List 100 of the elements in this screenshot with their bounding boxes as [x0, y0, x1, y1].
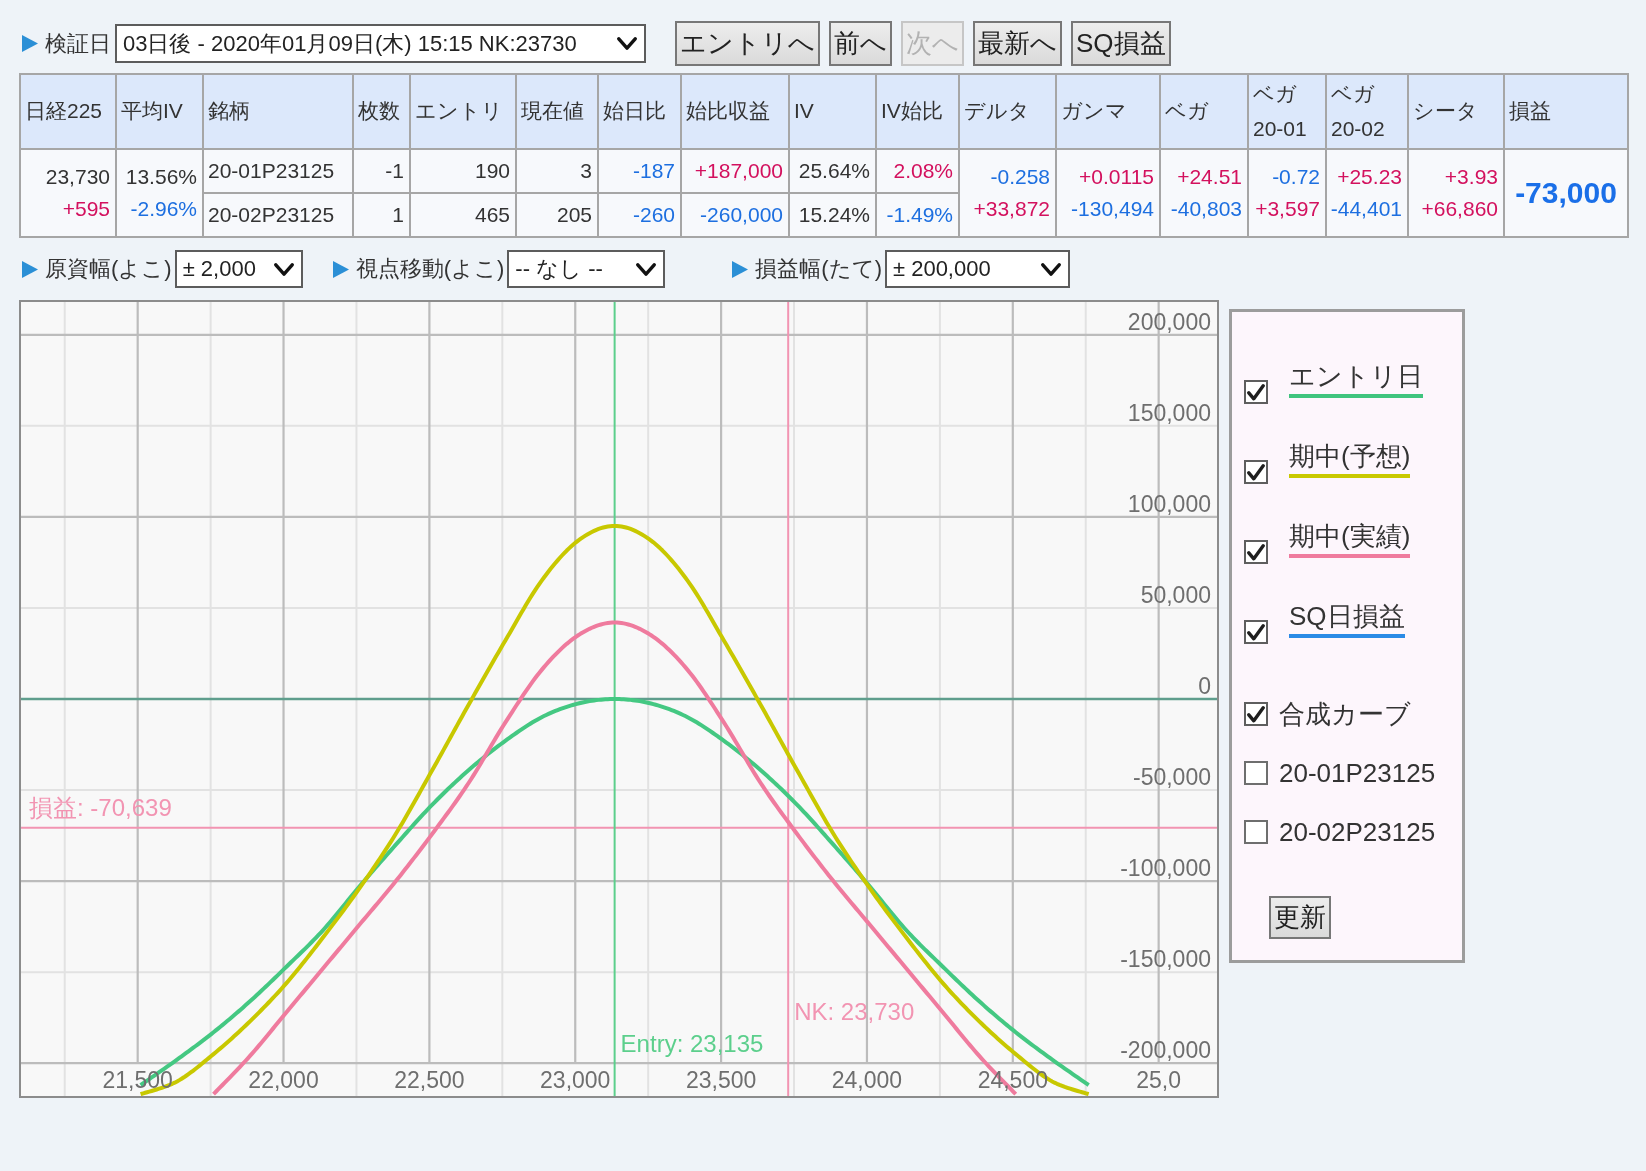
cell-value: -44,401 — [1330, 197, 1402, 221]
column-header: 現在値 — [516, 74, 598, 149]
table-cell: 465 — [410, 193, 516, 237]
column-header: IV — [789, 74, 876, 149]
table-cell: +187,000 — [681, 149, 789, 193]
cell-value: -130,494 — [1071, 197, 1154, 221]
legend-label: 期中(実績) — [1289, 520, 1411, 552]
x-axis-label: 25,0 — [1136, 1067, 1182, 1093]
total-pnl-value: -73,000 — [1504, 149, 1628, 237]
y-axis-label: 150,000 — [1127, 399, 1211, 426]
x-axis-label: 23,000 — [540, 1067, 611, 1093]
table-cell: 1 — [353, 193, 410, 237]
chevron-down-icon — [636, 262, 657, 276]
checkbox[interactable] — [1244, 460, 1268, 484]
cell-value: +33,872 — [973, 197, 1050, 221]
table-cell: 190 — [410, 149, 516, 193]
checkbox[interactable] — [1244, 380, 1268, 404]
dropdown[interactable]: -- なし -- — [507, 250, 666, 288]
table-cell: 25.64% — [789, 149, 876, 193]
table-cell: -260 — [598, 193, 681, 237]
column-header: エントリ — [410, 74, 516, 149]
nav-button[interactable]: 前へ — [829, 21, 892, 66]
column-header: ベガ 20-01 — [1248, 74, 1326, 149]
y-axis-label: 50,000 — [1140, 581, 1211, 608]
cell-value: +3.93 — [1444, 165, 1498, 189]
cell-value: +3,597 — [1255, 197, 1320, 221]
y-axis-label: -200,000 — [1120, 1037, 1211, 1064]
y-axis-label: -150,000 — [1120, 946, 1211, 973]
table-cell: -1 — [353, 149, 410, 193]
column-header: ベガ 20-02 — [1326, 74, 1408, 149]
cell-value: +24.51 — [1177, 165, 1242, 189]
cell-value: -0.258 — [990, 165, 1050, 189]
column-header: 始日比 — [598, 74, 681, 149]
control-label: 原資幅(よこ) — [45, 255, 172, 283]
y-axis-label: 200,000 — [1127, 308, 1211, 335]
nav-button[interactable]: エントリへ — [675, 21, 820, 66]
triangle-right-icon — [22, 35, 38, 52]
column-header: シータ — [1408, 74, 1504, 149]
legend-label: 20-01P23125 — [1279, 757, 1436, 789]
column-header: ガンマ — [1056, 74, 1160, 149]
x-axis-label: 22,000 — [248, 1067, 319, 1093]
x-axis-label: 23,500 — [685, 1067, 757, 1093]
dropdown[interactable]: ± 2,000 — [174, 250, 303, 288]
table-cell: -187 — [598, 149, 681, 193]
column-header: 枚数 — [353, 74, 410, 149]
checkbox[interactable] — [1244, 702, 1268, 726]
triangle-right-icon — [732, 260, 749, 278]
cell-value: 13.56% — [125, 165, 197, 189]
checkbox[interactable] — [1244, 761, 1268, 785]
update-button[interactable]: 更新 — [1269, 896, 1331, 939]
reference-label: Entry: 23,135 — [620, 1030, 764, 1057]
table-cell: -260,000 — [681, 193, 789, 237]
table-cell: 3 — [516, 149, 598, 193]
nav-button[interactable]: 最新へ — [973, 21, 1062, 66]
chevron-down-icon — [617, 37, 637, 50]
control-label: 損益幅(たて) — [755, 255, 882, 283]
legend-label: 20-02P23125 — [1279, 816, 1436, 848]
cell-value: 23,730 — [45, 165, 110, 189]
legend-label: SQ日損益 — [1289, 600, 1405, 632]
y-axis-label: 100,000 — [1127, 490, 1211, 517]
x-axis-label: 24,000 — [831, 1067, 903, 1093]
table-cell: 15.24% — [789, 193, 876, 237]
cell-value: -2.96% — [130, 197, 197, 221]
checkbox[interactable] — [1244, 620, 1268, 644]
y-axis-label: 0 — [1198, 673, 1211, 699]
column-header: デルタ — [959, 74, 1056, 149]
cell-value: +66,860 — [1421, 197, 1498, 221]
triangle-right-icon — [332, 260, 349, 278]
date-dropdown[interactable]: 03日後 - 2020年01月09日(木) 15:15 NK:23730 — [115, 24, 646, 63]
cell-value: +595 — [62, 197, 110, 221]
triangle-right-icon — [22, 260, 38, 278]
control-label: 視点移動(よこ) — [355, 255, 505, 283]
table-cell: 20-01P23125 — [203, 149, 353, 193]
table-cell: -1.49% — [876, 193, 959, 237]
column-header: 日経225 — [20, 74, 116, 149]
cell-value: -0.72 — [1272, 165, 1320, 189]
checkmark-icon — [1247, 383, 1265, 401]
chevron-down-icon — [1040, 262, 1061, 276]
table-cell: 2.08% — [876, 149, 959, 193]
table-cell: 20-02P23125 — [203, 193, 353, 237]
checkmark-icon — [1247, 705, 1265, 723]
legend-label: 期中(予想) — [1289, 440, 1411, 472]
dropdown[interactable]: ± 200,000 — [884, 250, 1070, 288]
checkbox[interactable] — [1244, 540, 1268, 564]
y-axis-label: -50,000 — [1133, 764, 1211, 791]
column-header: 損益 — [1504, 74, 1628, 149]
checkmark-icon — [1247, 543, 1265, 561]
column-header: IV始比 — [876, 74, 959, 149]
checkbox[interactable] — [1244, 820, 1268, 844]
nav-button[interactable]: SQ損益 — [1071, 21, 1171, 66]
field-label: 検証日 — [45, 29, 111, 58]
y-axis-label: -100,000 — [1120, 855, 1211, 882]
cell-value: -40,803 — [1170, 197, 1242, 221]
column-header: 平均IV — [116, 74, 203, 149]
x-axis-label: 22,500 — [394, 1067, 465, 1093]
chevron-down-icon — [273, 262, 294, 276]
column-header: 銘柄 — [203, 74, 353, 149]
legend-label: 合成カーブ — [1279, 698, 1411, 730]
table-cell: 205 — [516, 193, 598, 237]
checkmark-icon — [1247, 463, 1265, 481]
